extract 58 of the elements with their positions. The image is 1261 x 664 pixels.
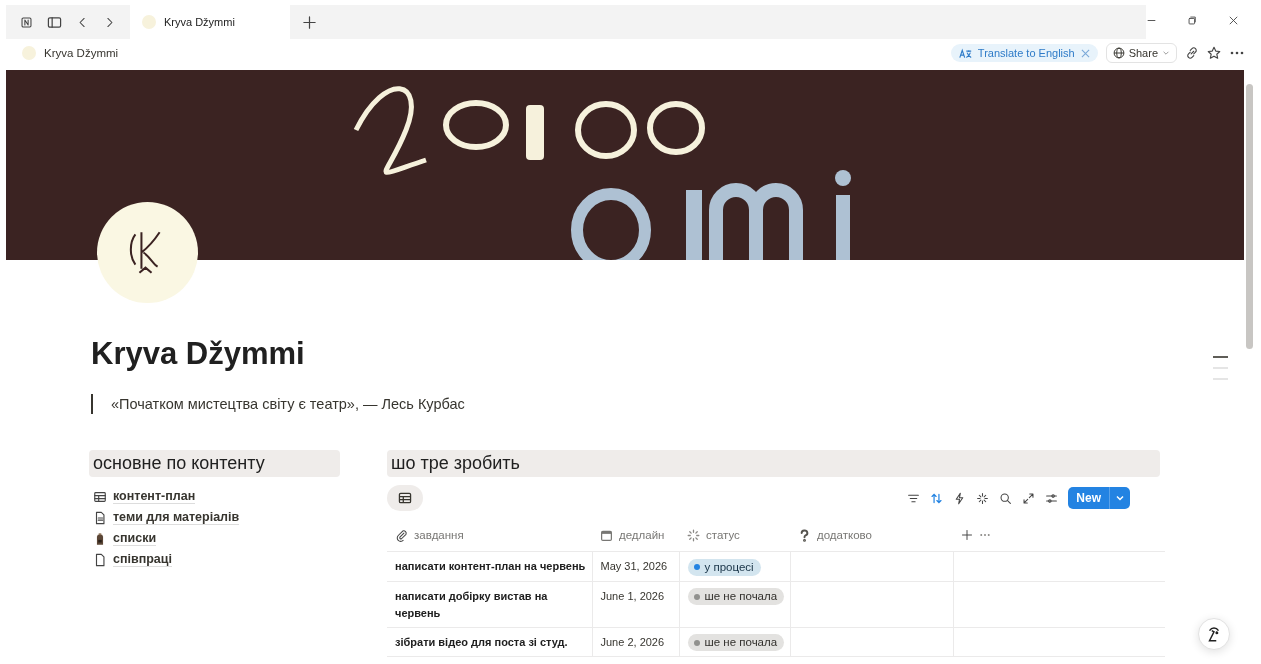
page-title: Kryva Džymmi bbox=[91, 336, 306, 372]
task-cell: написати добірку вистав на червень bbox=[387, 581, 592, 627]
paperclip-icon[interactable] bbox=[395, 528, 408, 542]
settings-icon[interactable] bbox=[1045, 491, 1059, 505]
app-icon[interactable] bbox=[20, 15, 33, 29]
restore-icon[interactable] bbox=[1187, 14, 1198, 26]
search-icon[interactable] bbox=[999, 491, 1013, 505]
sparkle-icon[interactable] bbox=[976, 491, 990, 505]
share-button[interactable]: Share bbox=[1105, 43, 1177, 63]
quote: «Початком мистецтва світу є театр», — Лесь Курбас bbox=[91, 394, 1161, 414]
task-cell: зібрати відео для поста зі студ. bbox=[387, 627, 592, 657]
sort-icon[interactable] bbox=[930, 491, 944, 505]
page-link[interactable]: контент-план bbox=[113, 489, 196, 504]
status-tag: у процесі bbox=[687, 558, 761, 576]
breadcrumb[interactable]: Kryva Džymmi bbox=[44, 47, 119, 59]
deadline-cell: June 1, 2026 bbox=[592, 581, 679, 627]
page-link[interactable]: списки bbox=[113, 531, 157, 546]
expand-icon[interactable] bbox=[1022, 491, 1036, 505]
table-icon[interactable] bbox=[93, 489, 107, 504]
page-logo-icon bbox=[97, 202, 198, 303]
favicon-icon bbox=[142, 15, 156, 29]
page-icon[interactable] bbox=[93, 552, 107, 567]
page-favicon-icon bbox=[22, 46, 36, 60]
new-tab-icon[interactable] bbox=[302, 14, 317, 30]
document-icon[interactable] bbox=[93, 510, 107, 525]
status-tag: ше не почала bbox=[687, 634, 785, 651]
help-button[interactable] bbox=[1198, 618, 1230, 650]
add-column-icon[interactable] bbox=[961, 529, 973, 541]
star-icon[interactable] bbox=[1207, 46, 1221, 60]
calendar-icon bbox=[600, 528, 613, 542]
section-heading: основне по контенту bbox=[89, 450, 340, 477]
scrollbar-thumb[interactable] bbox=[1246, 84, 1253, 349]
deadline-cell: May 31, 2026 bbox=[592, 551, 679, 581]
link-icon[interactable] bbox=[1185, 46, 1199, 60]
question-icon bbox=[798, 528, 811, 542]
translate-button[interactable]: Translate to English bbox=[950, 44, 1098, 62]
table-icon bbox=[398, 492, 412, 504]
column-header[interactable]: додатково bbox=[817, 529, 872, 541]
browser-tab[interactable]: Kryva Džymmi bbox=[130, 5, 290, 39]
table-view-tab[interactable] bbox=[387, 485, 423, 511]
spinner-icon bbox=[687, 528, 700, 542]
outline-icon[interactable] bbox=[1213, 356, 1228, 380]
section-heading: шо тре зробить bbox=[387, 450, 1160, 477]
sidebar-icon[interactable] bbox=[47, 14, 62, 30]
page-link[interactable]: теми для матеріалів bbox=[113, 510, 240, 525]
column-header[interactable]: статус bbox=[706, 529, 740, 541]
column-header[interactable]: завдання bbox=[414, 529, 464, 541]
globe-icon bbox=[1112, 47, 1125, 59]
caret-icon[interactable] bbox=[1115, 493, 1125, 503]
page-link[interactable]: співпраці bbox=[113, 552, 172, 567]
new-button[interactable]: New bbox=[1068, 487, 1130, 509]
caret-icon bbox=[1162, 49, 1170, 57]
column-header[interactable]: дедлайн bbox=[619, 529, 665, 541]
status-tag: ше не почала bbox=[687, 588, 785, 605]
translate-icon bbox=[958, 47, 972, 59]
task-cell: написати контент-план на червень bbox=[387, 551, 592, 581]
close-icon[interactable] bbox=[1228, 14, 1239, 26]
deadline-cell: June 2, 2026 bbox=[592, 627, 679, 657]
